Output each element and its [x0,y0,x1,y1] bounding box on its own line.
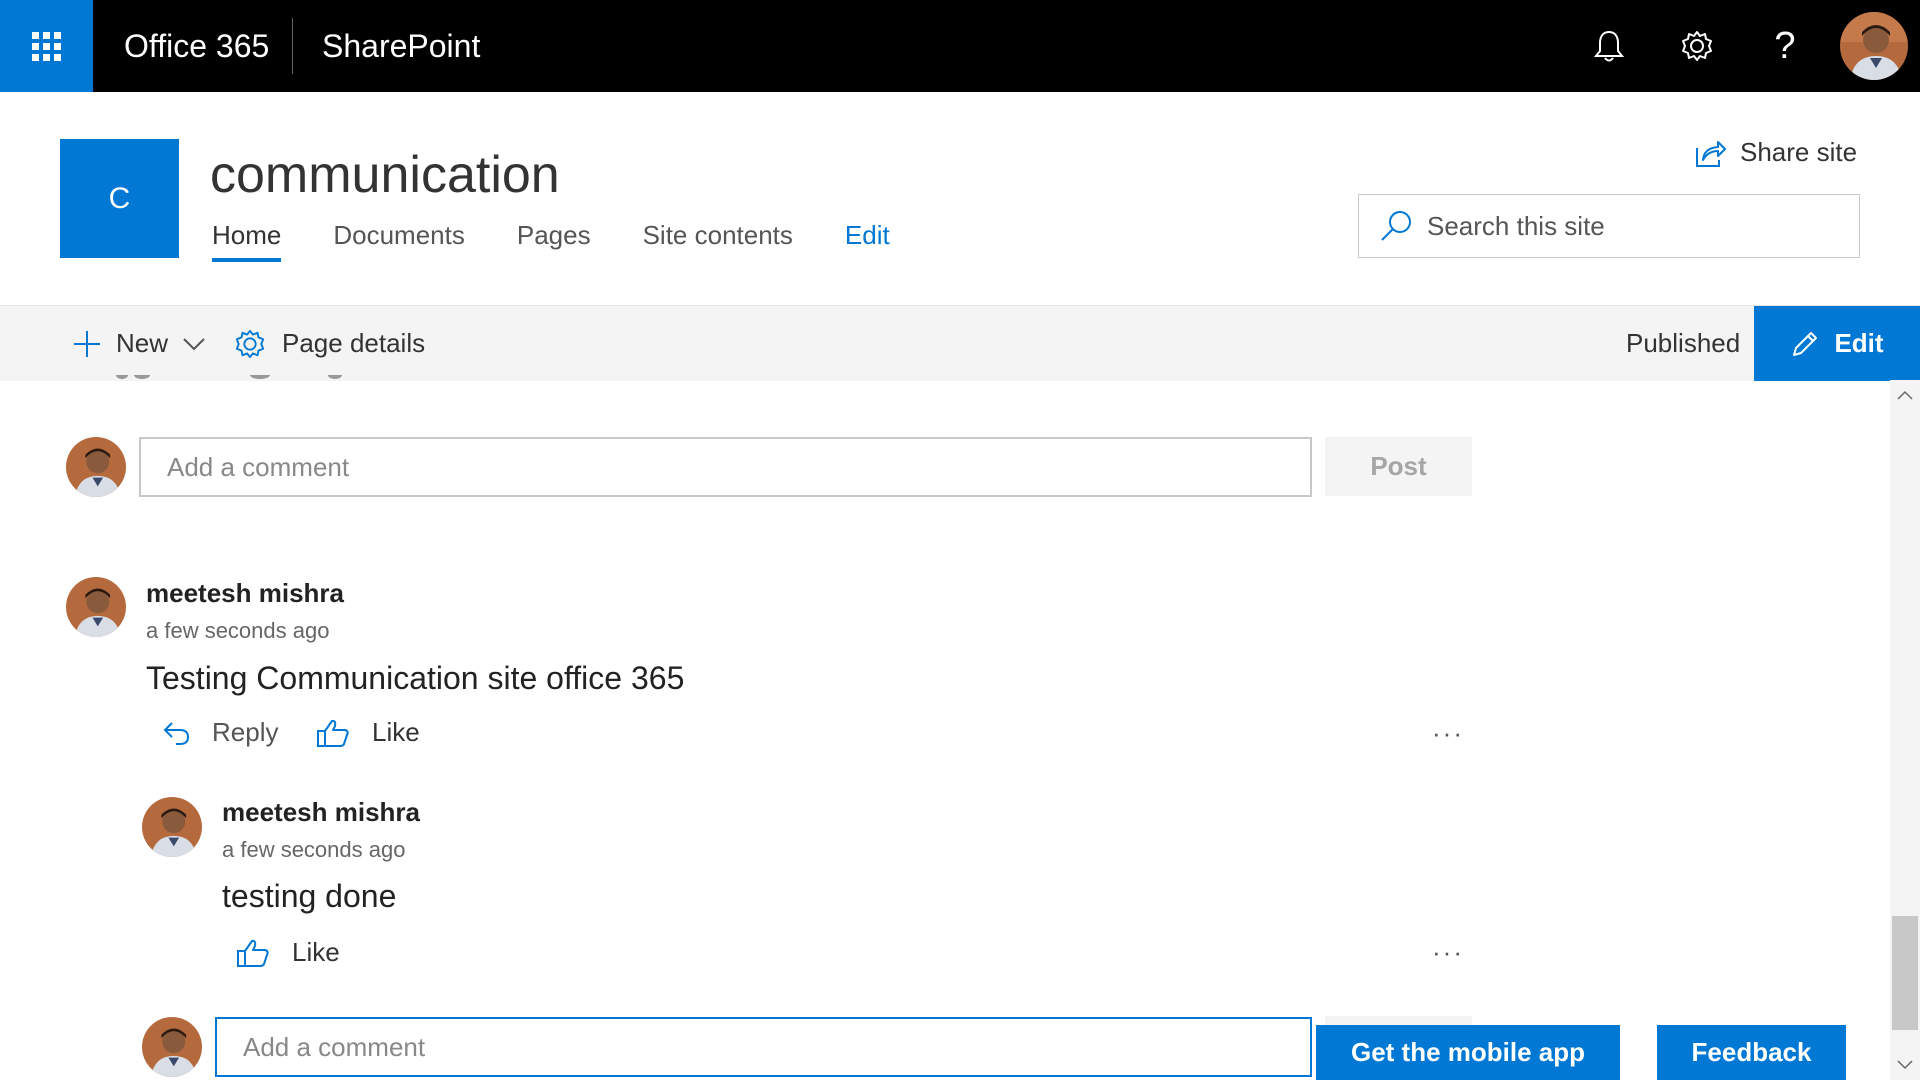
comment-author[interactable]: meetesh mishra [146,578,344,609]
edit-label: Edit [1834,328,1884,358]
site-search-box[interactable]: Search this site [1358,194,1860,258]
site-logo[interactable]: C [60,139,179,258]
site-navigation: Home Documents Pages Site contents Edit [212,218,942,262]
gear-icon [1682,31,1712,61]
thumbs-up-icon [317,719,349,747]
more-options-button[interactable]: ··· [1432,718,1464,749]
page-details-button[interactable]: Page details [234,306,425,381]
chevron-down-icon [183,337,205,350]
edit-page-button[interactable]: Edit [1754,306,1920,381]
nav-edit-link[interactable]: Edit [845,218,890,258]
avatar [142,797,202,857]
reply-post-button[interactable] [1325,1016,1472,1025]
publish-status: Published [1626,328,1741,358]
settings-button[interactable] [1674,23,1720,69]
site-title[interactable]: communication [210,145,560,205]
command-bar: New Page details Published Edit [0,305,1920,381]
share-site-button[interactable]: Share site [1694,137,1857,168]
comment-author[interactable]: meetesh mishra [222,797,420,828]
help-icon: ? [1774,24,1796,67]
like-label: Like [292,937,340,967]
get-mobile-app-button[interactable]: Get the mobile app [1316,1025,1620,1080]
help-button[interactable]: ? [1762,23,1808,69]
comment-text: testing done [222,878,397,914]
share-site-label: Share site [1740,137,1858,167]
reply-button[interactable]: Reply [162,717,278,748]
comment-timestamp: a few seconds ago [146,618,330,643]
app-launcher-button[interactable] [0,0,93,92]
scroll-down-button[interactable] [1890,1050,1920,1080]
share-icon [1696,140,1726,167]
comment-timestamp: a few seconds ago [222,837,406,862]
post-button[interactable]: Post [1325,437,1472,496]
nav-site-contents[interactable]: Site contents [643,218,793,258]
scroll-up-button[interactable] [1890,380,1920,410]
add-comment-placeholder: Add a comment [167,451,350,482]
plus-icon [74,330,100,357]
add-comment-input[interactable]: Add a comment [139,437,1312,497]
reply-comment-placeholder: Add a comment [243,1031,426,1062]
chevron-up-icon [1897,390,1913,400]
chevron-down-icon [1897,1060,1913,1070]
brand-divider [292,18,293,74]
account-avatar[interactable] [1840,12,1908,80]
search-icon [1379,209,1413,243]
thumbs-up-icon [237,939,269,967]
gear-icon [235,329,265,358]
avatar [66,577,126,637]
nav-documents[interactable]: Documents [333,218,465,258]
feedback-button[interactable]: Feedback [1657,1025,1846,1080]
new-button[interactable]: New [72,306,206,381]
nav-pages[interactable]: Pages [517,218,591,258]
office365-brand[interactable]: Office 365 [124,26,269,66]
new-label: New [116,328,169,358]
like-button[interactable]: Like [316,717,420,748]
suite-bar: Office 365 SharePoint ? [0,0,1920,92]
avatar [66,437,126,497]
page-details-label: Page details [282,328,426,358]
avatar [142,1017,202,1077]
waffle-icon [32,31,61,61]
comment-text: Testing Communication site office 365 [146,660,685,696]
reply-icon [163,721,190,745]
search-placeholder: Search this site [1427,210,1605,241]
sharepoint-product-link[interactable]: SharePoint [322,26,480,66]
reply-comment-input[interactable]: Add a comment [215,1017,1312,1077]
like-label: Like [372,717,420,747]
like-button[interactable]: Like [236,937,340,968]
scrolled-content-remnant [110,372,350,382]
nav-home[interactable]: Home [212,218,282,262]
reply-label: Reply [212,717,279,747]
notifications-button[interactable] [1586,23,1632,69]
bell-icon [1594,30,1624,62]
pencil-icon [1793,331,1818,356]
scrollbar-thumb[interactable] [1892,916,1918,1030]
page-scrollbar[interactable] [1890,380,1920,1080]
more-options-button[interactable]: ··· [1432,937,1464,968]
